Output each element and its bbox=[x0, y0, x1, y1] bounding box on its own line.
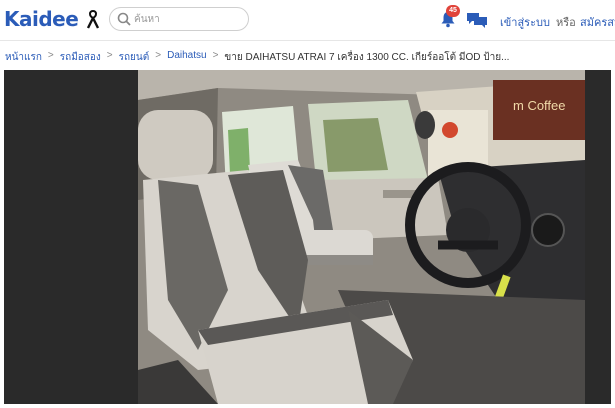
notification-badge: 45 bbox=[446, 5, 460, 17]
chat-icon[interactable] bbox=[466, 11, 488, 29]
search-input[interactable]: ค้นหา bbox=[109, 7, 249, 31]
chevron-right-icon: > bbox=[47, 50, 54, 61]
breadcrumb-used-cars[interactable]: รถมือสอง bbox=[60, 50, 101, 64]
breadcrumb-cars[interactable]: รถยนต์ bbox=[119, 50, 150, 64]
breadcrumb-home[interactable]: หน้าแรก bbox=[5, 50, 42, 64]
chevron-right-icon: > bbox=[212, 50, 219, 61]
mourning-ribbon-icon bbox=[86, 9, 100, 29]
signup-link[interactable]: สมัครสมาชิก bbox=[580, 13, 615, 31]
car-interior-image: m Coffee bbox=[138, 70, 585, 404]
login-link[interactable]: เข้าสู่ระบบ bbox=[500, 13, 550, 31]
chevron-right-icon: > bbox=[155, 50, 162, 61]
top-header: Kaidee ค้นหา 45 เข้าสู่ระบบ หรือ สมัครสม… bbox=[0, 0, 615, 41]
listing-photo[interactable]: m Coffee bbox=[138, 70, 585, 404]
or-label: หรือ bbox=[556, 17, 576, 29]
breadcrumb: หน้าแรก > รถมือสอง > รถยนต์ > Daihatsu > ขาย DAI… bbox=[5, 50, 615, 64]
breadcrumb-daihatsu[interactable]: Daihatsu bbox=[167, 50, 206, 61]
kaidee-logo[interactable]: Kaidee bbox=[4, 7, 79, 31]
cafe-sign-text: m Coffee bbox=[513, 98, 566, 113]
search-placeholder: ค้นหา bbox=[134, 14, 160, 25]
search-icon bbox=[117, 12, 131, 26]
chevron-right-icon: > bbox=[106, 50, 113, 61]
breadcrumb-current: ขาย DAIHATSU ATRAI 7 เครื่อง 1300 CC. เก… bbox=[224, 52, 510, 63]
